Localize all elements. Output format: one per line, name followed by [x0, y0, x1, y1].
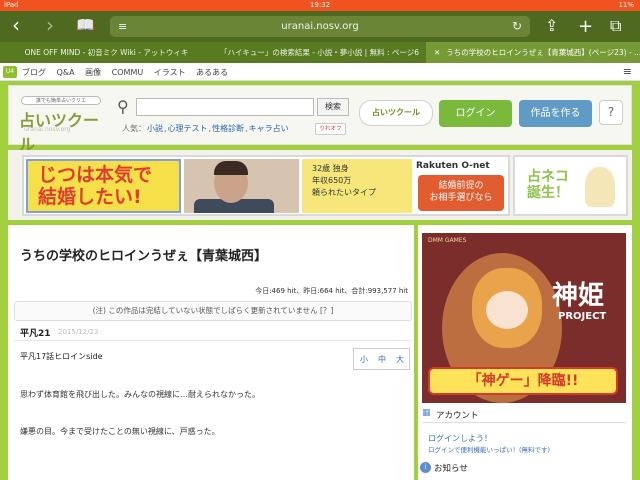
popular-link-chara[interactable]: キャラ占い: [249, 124, 289, 133]
site-header: 誰でも簡単占いクリエ 占いツクール uranai.nosv.org ⚲ 検索 人…: [8, 85, 632, 154]
chapter-title: 平凡17話ヒロインside: [20, 352, 103, 361]
account-section-header: ▦ アカウント: [422, 407, 626, 423]
ad-headline-1: じつは本気で: [38, 164, 153, 186]
nav-link-qa[interactable]: Q&A: [57, 68, 75, 77]
nav-link-images[interactable]: 画像: [85, 68, 101, 77]
ad-profile-note: 32歳 独身 年収650万 頼られたいタイプ: [302, 159, 412, 213]
info-title: お知らせ: [434, 464, 468, 474]
tab-label: 「ハイキュー」の検索結果 - 小説・夢小説 | 無料 : ページ6: [219, 48, 420, 57]
forward-icon[interactable]: ›: [46, 15, 54, 37]
search-icon: ⚲: [117, 97, 129, 116]
close-tab-icon[interactable]: ✕: [434, 48, 440, 57]
account-title: アカウント: [436, 411, 479, 421]
story-title: うちの学校のヒロインうぜぇ【青葉城西】: [20, 249, 268, 264]
rakuten-cta: 結婚前提の お相手選びなら: [418, 175, 504, 211]
rakuten-cta-2: お相手選びなら: [429, 193, 493, 203]
popular-label: 人気：: [122, 124, 146, 133]
search-button[interactable]: 検索: [317, 98, 349, 116]
nav-link-illust[interactable]: イラスト: [154, 68, 186, 77]
popular-link-novel[interactable]: 小説: [147, 124, 163, 133]
font-large-button[interactable]: 大: [396, 354, 404, 365]
tab-1[interactable]: ONE OFF MIND - 初音ミク Wiki - アットウィキ: [0, 42, 213, 63]
uranai-neko-banner[interactable]: 占ネコ 誕生！: [513, 155, 628, 216]
ad-profile-1: 32歳 独身: [312, 164, 349, 173]
ad-profile-3: 頼られたいタイプ: [312, 188, 376, 197]
login-note[interactable]: ログインで便利機能いっぱい！(無料です): [428, 444, 550, 454]
info-section-header: i お知らせ: [420, 460, 626, 476]
cat-illustration: [585, 167, 615, 207]
nav-link-blog[interactable]: ブログ: [22, 68, 46, 77]
site-nav-bar: U4 ブログ Q&A 画像 COMMU イラスト あるある ≡: [0, 63, 640, 81]
ad-headline-box: じつは本気で 結婚したい!: [26, 159, 181, 213]
help-button[interactable]: ?: [599, 100, 623, 125]
login-button[interactable]: ログイン: [439, 100, 512, 127]
reader-icon[interactable]: ≡: [118, 16, 127, 37]
ad-project: PROJECT: [558, 311, 607, 322]
hit-counter: 今日:469 hit、昨日:664 hit、合計:993,577 hit: [255, 287, 408, 295]
rakuten-cta-1: 結婚前提の: [438, 181, 484, 191]
ad-headline-2: 結婚したい!: [38, 186, 142, 208]
account-icon: ▦: [422, 408, 431, 418]
popular-links: 人気：小説,心理テスト,性格診断,キャラ占い: [122, 124, 289, 133]
ad-profile-2: 年収650万: [312, 176, 352, 185]
hamburger-menu-icon[interactable]: ≡: [623, 65, 632, 78]
tabs-overview-icon[interactable]: ⧉: [610, 16, 621, 36]
incomplete-notice: (注) この作品は完結していない状態でしばらく更新されていません [？]: [14, 301, 412, 321]
create-work-button[interactable]: 作品を作る: [519, 100, 592, 127]
rakuten-block: Rakuten O-net 結婚前提の お相手選びなら: [416, 159, 506, 213]
chapter-header: 平凡21 2015/12/23: [14, 325, 412, 341]
tab-3-active[interactable]: ✕ うちの学校のヒロインうぜぇ【青葉城西】(ページ23) - ...: [426, 42, 640, 63]
font-medium-button[interactable]: 中: [378, 354, 386, 365]
bookmarks-icon[interactable]: 📖: [76, 15, 95, 37]
story-main: うちの学校のヒロインうぜぇ【青葉城西】 今日:469 hit、昨日:664 hi…: [8, 225, 414, 480]
url-text: uranai.nosv.org: [281, 21, 359, 32]
marriage-ad-banner[interactable]: じつは本気で 結婚したい! 32歳 独身 年収650万 頼られたいタイプ Raku…: [22, 155, 510, 216]
clock: 19:32: [309, 1, 331, 9]
browser-toolbar: ‹ › 📖 ≡ uranai.nosv.org ↻ ⇪ + ⧉: [0, 11, 640, 42]
back-icon[interactable]: ‹: [12, 15, 20, 37]
site-logo[interactable]: U4: [3, 66, 17, 78]
font-size-switcher: 小 中 大: [353, 348, 410, 370]
author-name[interactable]: 平凡21: [20, 326, 51, 339]
tsukuru-badge[interactable]: 占いツクール: [359, 100, 433, 126]
uranai-logo[interactable]: 誰でも簡単占いクリエ 占いツクール uranai.nosv.org: [19, 96, 104, 154]
new-tab-icon[interactable]: +: [578, 16, 593, 37]
ad-brand: DMM GAMES: [428, 237, 467, 244]
ad-title: 神姫: [552, 281, 605, 311]
popular-link-psych[interactable]: 心理テスト: [168, 124, 208, 133]
neko-title-2: 誕生！: [527, 185, 569, 201]
post-date: 2015/12/23: [58, 328, 99, 336]
address-bar[interactable]: ≡ uranai.nosv.org ↻: [110, 16, 530, 37]
logo-url: uranai.nosv.org: [24, 126, 71, 133]
popular-link-personality[interactable]: 性格診断: [212, 124, 244, 133]
tab-bar: ONE OFF MIND - 初音ミク Wiki - アットウィキ 「ハイキュー…: [0, 42, 640, 63]
ad-slogan: 「神ゲー」降臨!!: [428, 367, 618, 395]
logo-tagline: 誰でも簡単占いクリエ: [21, 96, 101, 105]
nav-link-aruaru[interactable]: あるある: [196, 68, 228, 77]
tab-2[interactable]: 「ハイキュー」の検索結果 - 小説・夢小説 | 無料 : ページ6: [213, 42, 426, 63]
game-ad[interactable]: DMM GAMES 神姫 PROJECT 「神ゲー」降臨!!: [422, 233, 626, 403]
info-icon: i: [420, 462, 431, 473]
sidebar: DMM GAMES 神姫 PROJECT 「神ゲー」降臨!! ▦ アカウント ロ…: [418, 225, 632, 480]
login-link[interactable]: ログインしよう！: [428, 433, 492, 444]
story-paragraph: 思わず体育館を飛び出した。みんなの視線に…耐えられなかった。: [20, 390, 260, 399]
ad-photo: [184, 159, 299, 213]
rss-button[interactable]: りれオフ: [315, 123, 346, 135]
story-paragraph: 嫌悪の目。今まで受けたことの無い視線に、戸惑った。: [20, 427, 220, 436]
share-icon[interactable]: ⇪: [545, 16, 558, 35]
neko-title-1: 占ネコ: [527, 169, 569, 185]
status-bar: iPad 19:32 11%: [0, 0, 640, 11]
font-small-button[interactable]: 小: [360, 354, 368, 365]
rakuten-logo: Rakuten O-net: [416, 161, 490, 171]
battery-level: 11%: [618, 1, 634, 9]
tab-label: うちの学校のヒロインうぜぇ【青葉城西】(ページ23) - ...: [446, 48, 640, 57]
tab-label: ONE OFF MIND - 初音ミク Wiki - アットウィキ: [24, 48, 189, 57]
banner-row: じつは本気で 結婚したい! 32歳 独身 年収650万 頼られたいタイプ Raku…: [8, 150, 632, 220]
reload-icon[interactable]: ↻: [512, 16, 522, 37]
nav-link-commu[interactable]: COMMU: [112, 68, 144, 77]
search-input[interactable]: [136, 98, 314, 116]
